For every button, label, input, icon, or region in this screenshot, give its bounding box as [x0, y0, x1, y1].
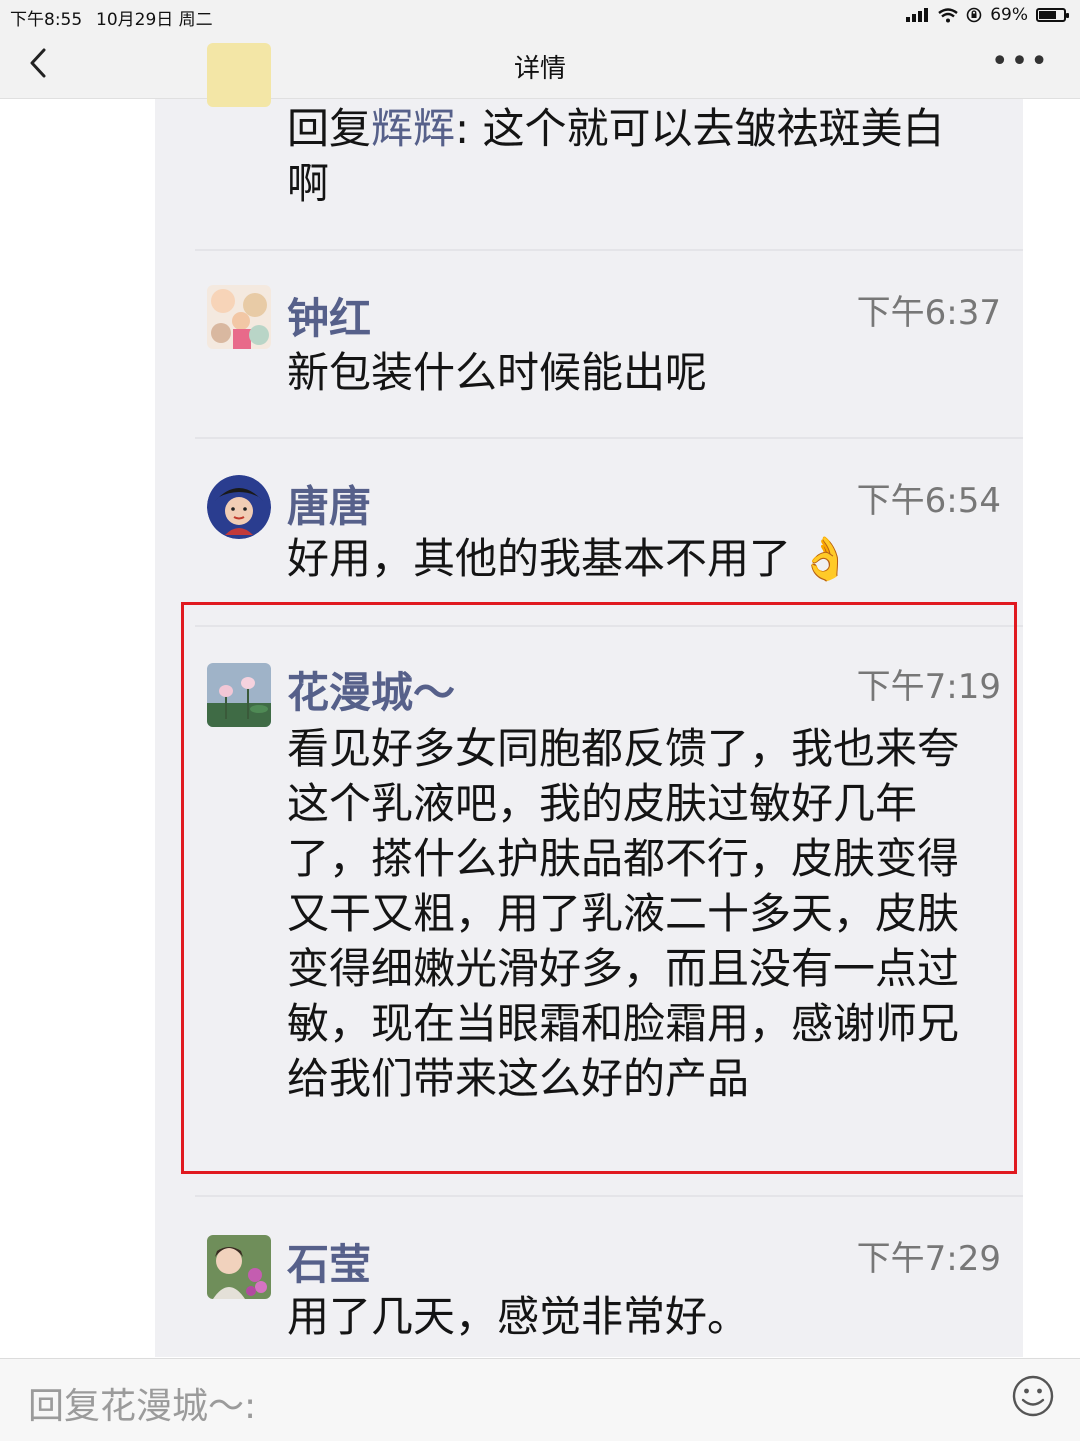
avatar-image [207, 1235, 271, 1299]
reply-separator: : [455, 104, 483, 153]
signal-icon [906, 8, 929, 22]
reply-to-name[interactable]: 辉辉 [371, 104, 455, 153]
battery-fill [1039, 11, 1056, 19]
comment-text: 新包装什么时候能出呢 [287, 348, 708, 397]
battery-icon [1036, 8, 1069, 22]
comment-item: 唐唐 下午6:54 好用，其他的我基本不用了 👌 [155, 437, 1023, 607]
battery-percent: 69% [990, 5, 1028, 25]
highlight-box [181, 602, 1017, 1174]
orientation-lock-icon [966, 7, 982, 23]
reply-prefix: 回复 [287, 104, 372, 153]
avatar-image [207, 285, 271, 349]
comment-body: 好用，其他的我基本不用了 [287, 534, 792, 583]
comment-text: 用了几天，感觉非常好。 [287, 1292, 750, 1341]
comment-item: 石莹 下午7:29 用了几天，感觉非常好。 [155, 1195, 1023, 1357]
avatar[interactable] [207, 285, 271, 349]
avatar [207, 43, 271, 107]
more-icon[interactable]: ••• [991, 44, 1050, 79]
wifi-icon [938, 7, 958, 22]
comment-author[interactable]: 唐唐 [287, 473, 371, 534]
comment-author[interactable]: 石莹 [287, 1231, 371, 1292]
reply-input[interactable]: 回复花漫城～: [28, 1377, 256, 1429]
status-indicators: 69% [906, 5, 1069, 25]
comment-item: 钟红 下午6:37 新包装什么时候能出呢 [155, 249, 1023, 437]
page-title: 详情 [513, 54, 566, 84]
status-date: 10月29日 周二 [96, 10, 213, 30]
avatar-image [207, 475, 271, 539]
reply-input-bar[interactable]: 回复花漫城～: [0, 1358, 1080, 1441]
status-bar: 下午8:55 10月29日 周二 69% [0, 0, 1080, 30]
comment-time: 下午6:54 [856, 481, 1001, 521]
comment-time: 下午6:37 [856, 293, 1001, 333]
comment-author[interactable]: 钟红 [287, 285, 371, 346]
comment-time: 下午7:29 [856, 1239, 1001, 1279]
comment-text: 好用，其他的我基本不用了 👌 [287, 531, 973, 586]
avatar[interactable] [207, 475, 271, 539]
ok-hand-emoji: 👌 [799, 534, 852, 583]
avatar[interactable] [207, 1235, 271, 1299]
comment-text: 回复辉辉: 这个就可以去皱祛斑美白啊 [287, 101, 973, 211]
comment-item: 回复辉辉: 这个就可以去皱祛斑美白啊 [155, 43, 1023, 249]
smiley-icon[interactable] [1012, 1375, 1054, 1417]
nav-bar: 详情 ••• [0, 30, 1080, 99]
status-time: 下午8:55 [10, 10, 83, 30]
